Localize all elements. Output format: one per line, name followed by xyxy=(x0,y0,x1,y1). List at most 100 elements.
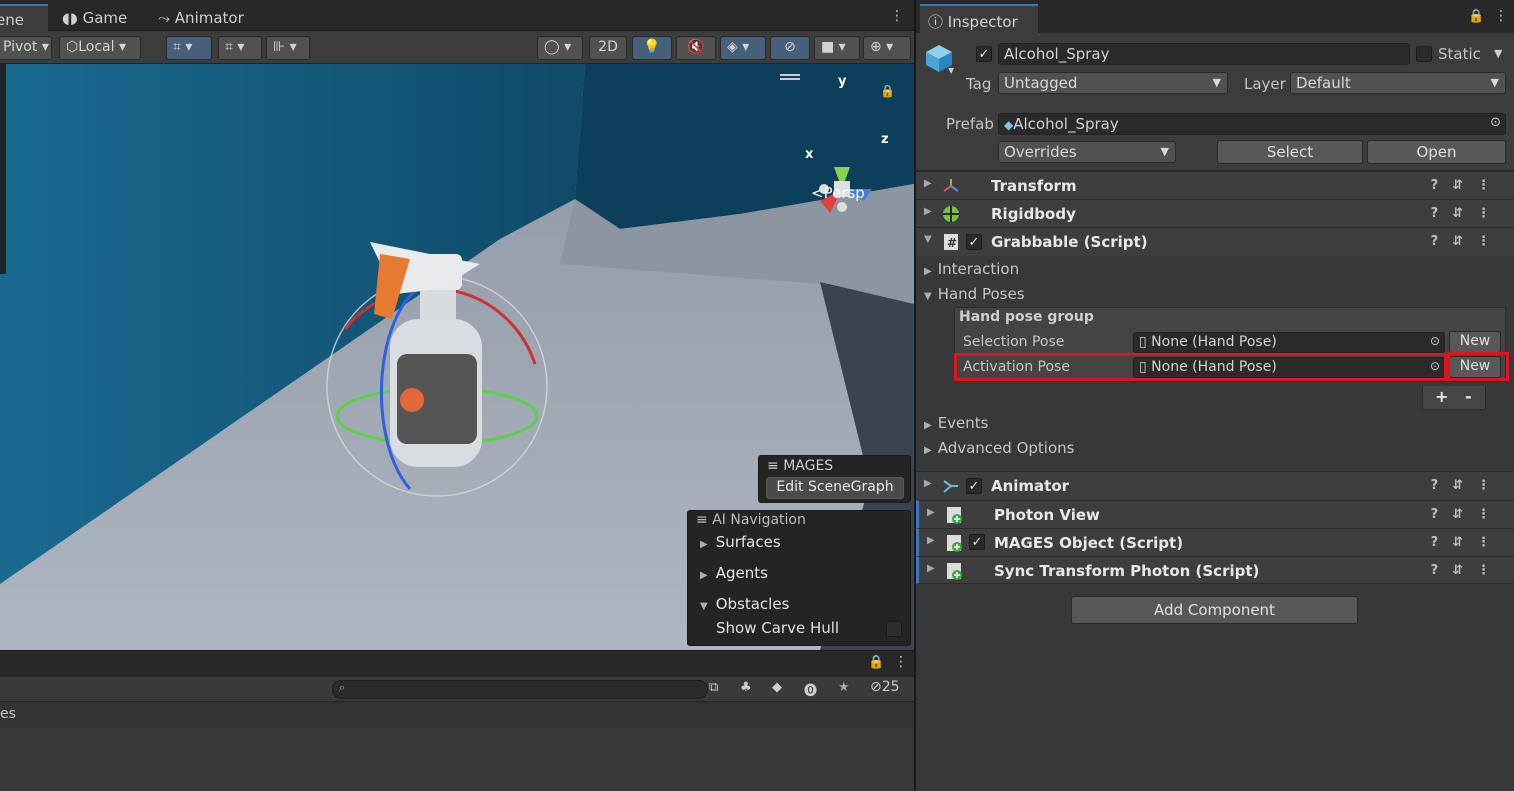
expand-caret-icon[interactable]: ▶ xyxy=(924,178,932,189)
local-dropdown[interactable]: ⬡Local ▾ xyxy=(59,36,141,60)
static-label: Static xyxy=(1438,45,1481,63)
scene-more-icon[interactable]: ⋮ xyxy=(890,8,904,24)
events-foldout[interactable]: ▶ Events xyxy=(924,414,989,432)
hidden-objects-icon[interactable]: ⊘ xyxy=(770,36,810,60)
component-header-icons[interactable]: ?⇵⋮ xyxy=(1431,535,1504,550)
info-icon: ⓘ xyxy=(928,13,944,31)
hand-poses-foldout[interactable]: ▼ Hand Poses xyxy=(924,285,1025,303)
2d-toggle[interactable]: 2D xyxy=(589,36,627,60)
component-header-icons[interactable]: ?⇵⋮ xyxy=(1431,234,1504,249)
component-rigidbody[interactable]: ▶ Rigidbody ?⇵⋮ xyxy=(916,199,1514,227)
expand-caret-icon[interactable]: ▶ xyxy=(927,563,935,574)
component-transform[interactable]: ▶ Transform ?⇵⋮ xyxy=(916,171,1514,199)
persp-text: Persp xyxy=(823,184,865,202)
show-carve-hull-checkbox[interactable] xyxy=(886,621,902,637)
prefab-open-button[interactable]: Open xyxy=(1367,140,1506,164)
hand-pose-group-title: Hand pose group xyxy=(959,309,1094,325)
advanced-options-foldout[interactable]: ▶ Advanced Options xyxy=(924,439,1074,457)
component-grabbable[interactable]: ▼ # ✓ Grabbable (Script) ?⇵⋮ xyxy=(916,227,1514,256)
component-header-icons[interactable]: ?⇵⋮ xyxy=(1431,206,1504,221)
favorite-star-icon[interactable]: ★ xyxy=(838,680,850,695)
ai-nav-agents[interactable]: ▶ Agents xyxy=(700,564,768,582)
remove-item-button[interactable]: - xyxy=(1465,387,1472,406)
object-picker-icon[interactable]: ⊙ xyxy=(1490,115,1501,130)
edit-scenegraph-button[interactable]: Edit SceneGraph xyxy=(766,477,904,499)
tab-inspector[interactable]: ⓘ Inspector xyxy=(920,4,1038,33)
interaction-foldout[interactable]: ▶ Interaction xyxy=(924,260,1019,278)
expand-caret-icon[interactable]: ▶ xyxy=(927,535,935,546)
icon-dropdown-arrow[interactable]: ▼ xyxy=(948,66,954,75)
hidden-count[interactable]: ⊘25 xyxy=(870,679,900,695)
effects-dropdown[interactable]: ◈ ▾ xyxy=(720,36,766,60)
component-photon-view[interactable]: ▶ Photon View ?⇵⋮ xyxy=(916,500,1514,528)
increment-snap-button[interactable]: ⌗ ▾ xyxy=(218,36,262,60)
object-picker-icon[interactable]: ⊙ xyxy=(1430,334,1440,348)
prefab-field[interactable]: ◆Alcohol_Spray ⊙ xyxy=(998,113,1506,135)
scene-tab-bar: ene ◖◗ Game ⤳ Animator ⋮ xyxy=(0,0,914,31)
mages-overlay: ≡ MAGES Edit SceneGraph xyxy=(758,455,911,503)
expand-caret-icon[interactable]: ▶ xyxy=(924,206,932,217)
filter-type-icon[interactable]: ♣ xyxy=(740,680,752,695)
component-sync-transform[interactable]: ▶ Sync Transform Photon (Script) ?⇵⋮ xyxy=(916,556,1514,584)
grid-snap-button[interactable]: ⌗ ▾ xyxy=(166,36,212,60)
ai-nav-obstacles[interactable]: ▼ Obstacles xyxy=(700,595,789,613)
component-header-icons[interactable]: ?⇵⋮ xyxy=(1431,507,1504,522)
gizmos-dropdown[interactable]: ⊕ ▾ xyxy=(863,36,911,60)
component-header-icons[interactable]: ?⇵⋮ xyxy=(1431,478,1504,493)
scene-viewport[interactable]: y x z 🔒 <Persp ≡ MAGES Edit SceneGraph ≡… xyxy=(0,64,914,650)
list-item-label[interactable]: es xyxy=(0,706,16,722)
selection-pose-field[interactable]: ▯ None (Hand Pose) ⊙ xyxy=(1133,332,1445,353)
animator-icon: ⤳ xyxy=(158,9,171,27)
audio-toggle-icon[interactable]: 🔇 xyxy=(676,36,716,60)
lock-icon[interactable]: 🔒 xyxy=(1468,9,1484,24)
tag-label: Tag xyxy=(966,75,992,93)
component-header-icons[interactable]: ?⇵⋮ xyxy=(1431,178,1504,193)
obstacles-label: Obstacles xyxy=(715,595,790,613)
warning-icon[interactable]: ⓿ xyxy=(804,680,817,699)
bottom-panel-header: 🔒 ⋮ xyxy=(0,650,914,677)
lock-icon[interactable]: 🔒 xyxy=(868,655,884,670)
animator-enabled-checkbox[interactable]: ✓ xyxy=(966,478,982,494)
ai-nav-surfaces[interactable]: ▶ Surfaces xyxy=(700,533,781,551)
mages-object-label: MAGES Object (Script) xyxy=(994,534,1184,552)
lighting-toggle[interactable]: 💡 xyxy=(632,36,672,60)
component-mages-object[interactable]: ▶ ✓ MAGES Object (Script) ?⇵⋮ xyxy=(916,528,1514,556)
component-header-icons[interactable]: ?⇵⋮ xyxy=(1431,563,1504,578)
tab-scene[interactable]: ene xyxy=(0,4,48,31)
mages-object-enabled-checkbox[interactable]: ✓ xyxy=(969,534,985,550)
expand-caret-icon[interactable]: ▶ xyxy=(924,478,932,489)
search-by-type-icon[interactable]: ⧉ xyxy=(709,680,718,695)
pivot-dropdown[interactable]: Pivot ▾ xyxy=(0,36,52,60)
prefab-select-button[interactable]: Select xyxy=(1217,140,1363,164)
shading-mode-button[interactable]: ◯ ▾ xyxy=(537,36,583,60)
ai-nav-title-text: AI Navigation xyxy=(712,512,806,528)
add-item-button[interactable]: + xyxy=(1435,387,1448,406)
tab-game[interactable]: ◖◗ Game xyxy=(52,4,137,31)
component-animator[interactable]: ▶ ✓ Animator ?⇵⋮ xyxy=(916,471,1514,500)
static-dropdown-arrow[interactable]: ▼ xyxy=(1494,47,1502,60)
active-checkbox[interactable]: ✓ xyxy=(976,46,992,62)
object-name-field[interactable]: Alcohol_Spray xyxy=(998,43,1410,65)
static-checkbox[interactable] xyxy=(1416,46,1432,62)
add-component-button[interactable]: Add Component xyxy=(1071,596,1358,624)
events-label: Events xyxy=(937,414,989,432)
ruler-button[interactable]: ⊪ ▾ xyxy=(266,36,310,60)
added-script-icon xyxy=(947,507,962,524)
expand-caret-icon[interactable]: ▶ xyxy=(927,507,935,518)
layer-dropdown[interactable]: Default ▼ xyxy=(1290,72,1506,94)
grabbable-enabled-checkbox[interactable]: ✓ xyxy=(966,234,982,250)
more-icon[interactable]: ⋮ xyxy=(1494,8,1508,24)
more-icon[interactable]: ⋮ xyxy=(894,654,908,670)
tab-animator[interactable]: ⤳ Animator xyxy=(148,4,254,31)
camera-dropdown[interactable]: ■ ▾ xyxy=(814,36,860,60)
search-input[interactable]: ⌕ xyxy=(332,680,708,699)
tag-icon[interactable]: ◆ xyxy=(772,680,782,695)
persp-label[interactable]: <Persp xyxy=(811,184,865,202)
tag-dropdown[interactable]: Untagged ▼ xyxy=(998,72,1228,94)
lock-icon[interactable]: 🔒 xyxy=(880,84,895,98)
overrides-dropdown[interactable]: Overrides ▼ xyxy=(998,141,1176,163)
collapse-caret-icon[interactable]: ▼ xyxy=(924,234,932,245)
highlight-activation-pose xyxy=(954,353,1447,381)
selection-pose-new-button[interactable]: New xyxy=(1449,331,1501,353)
hidden-eye-icon: ⊘ xyxy=(870,679,882,695)
